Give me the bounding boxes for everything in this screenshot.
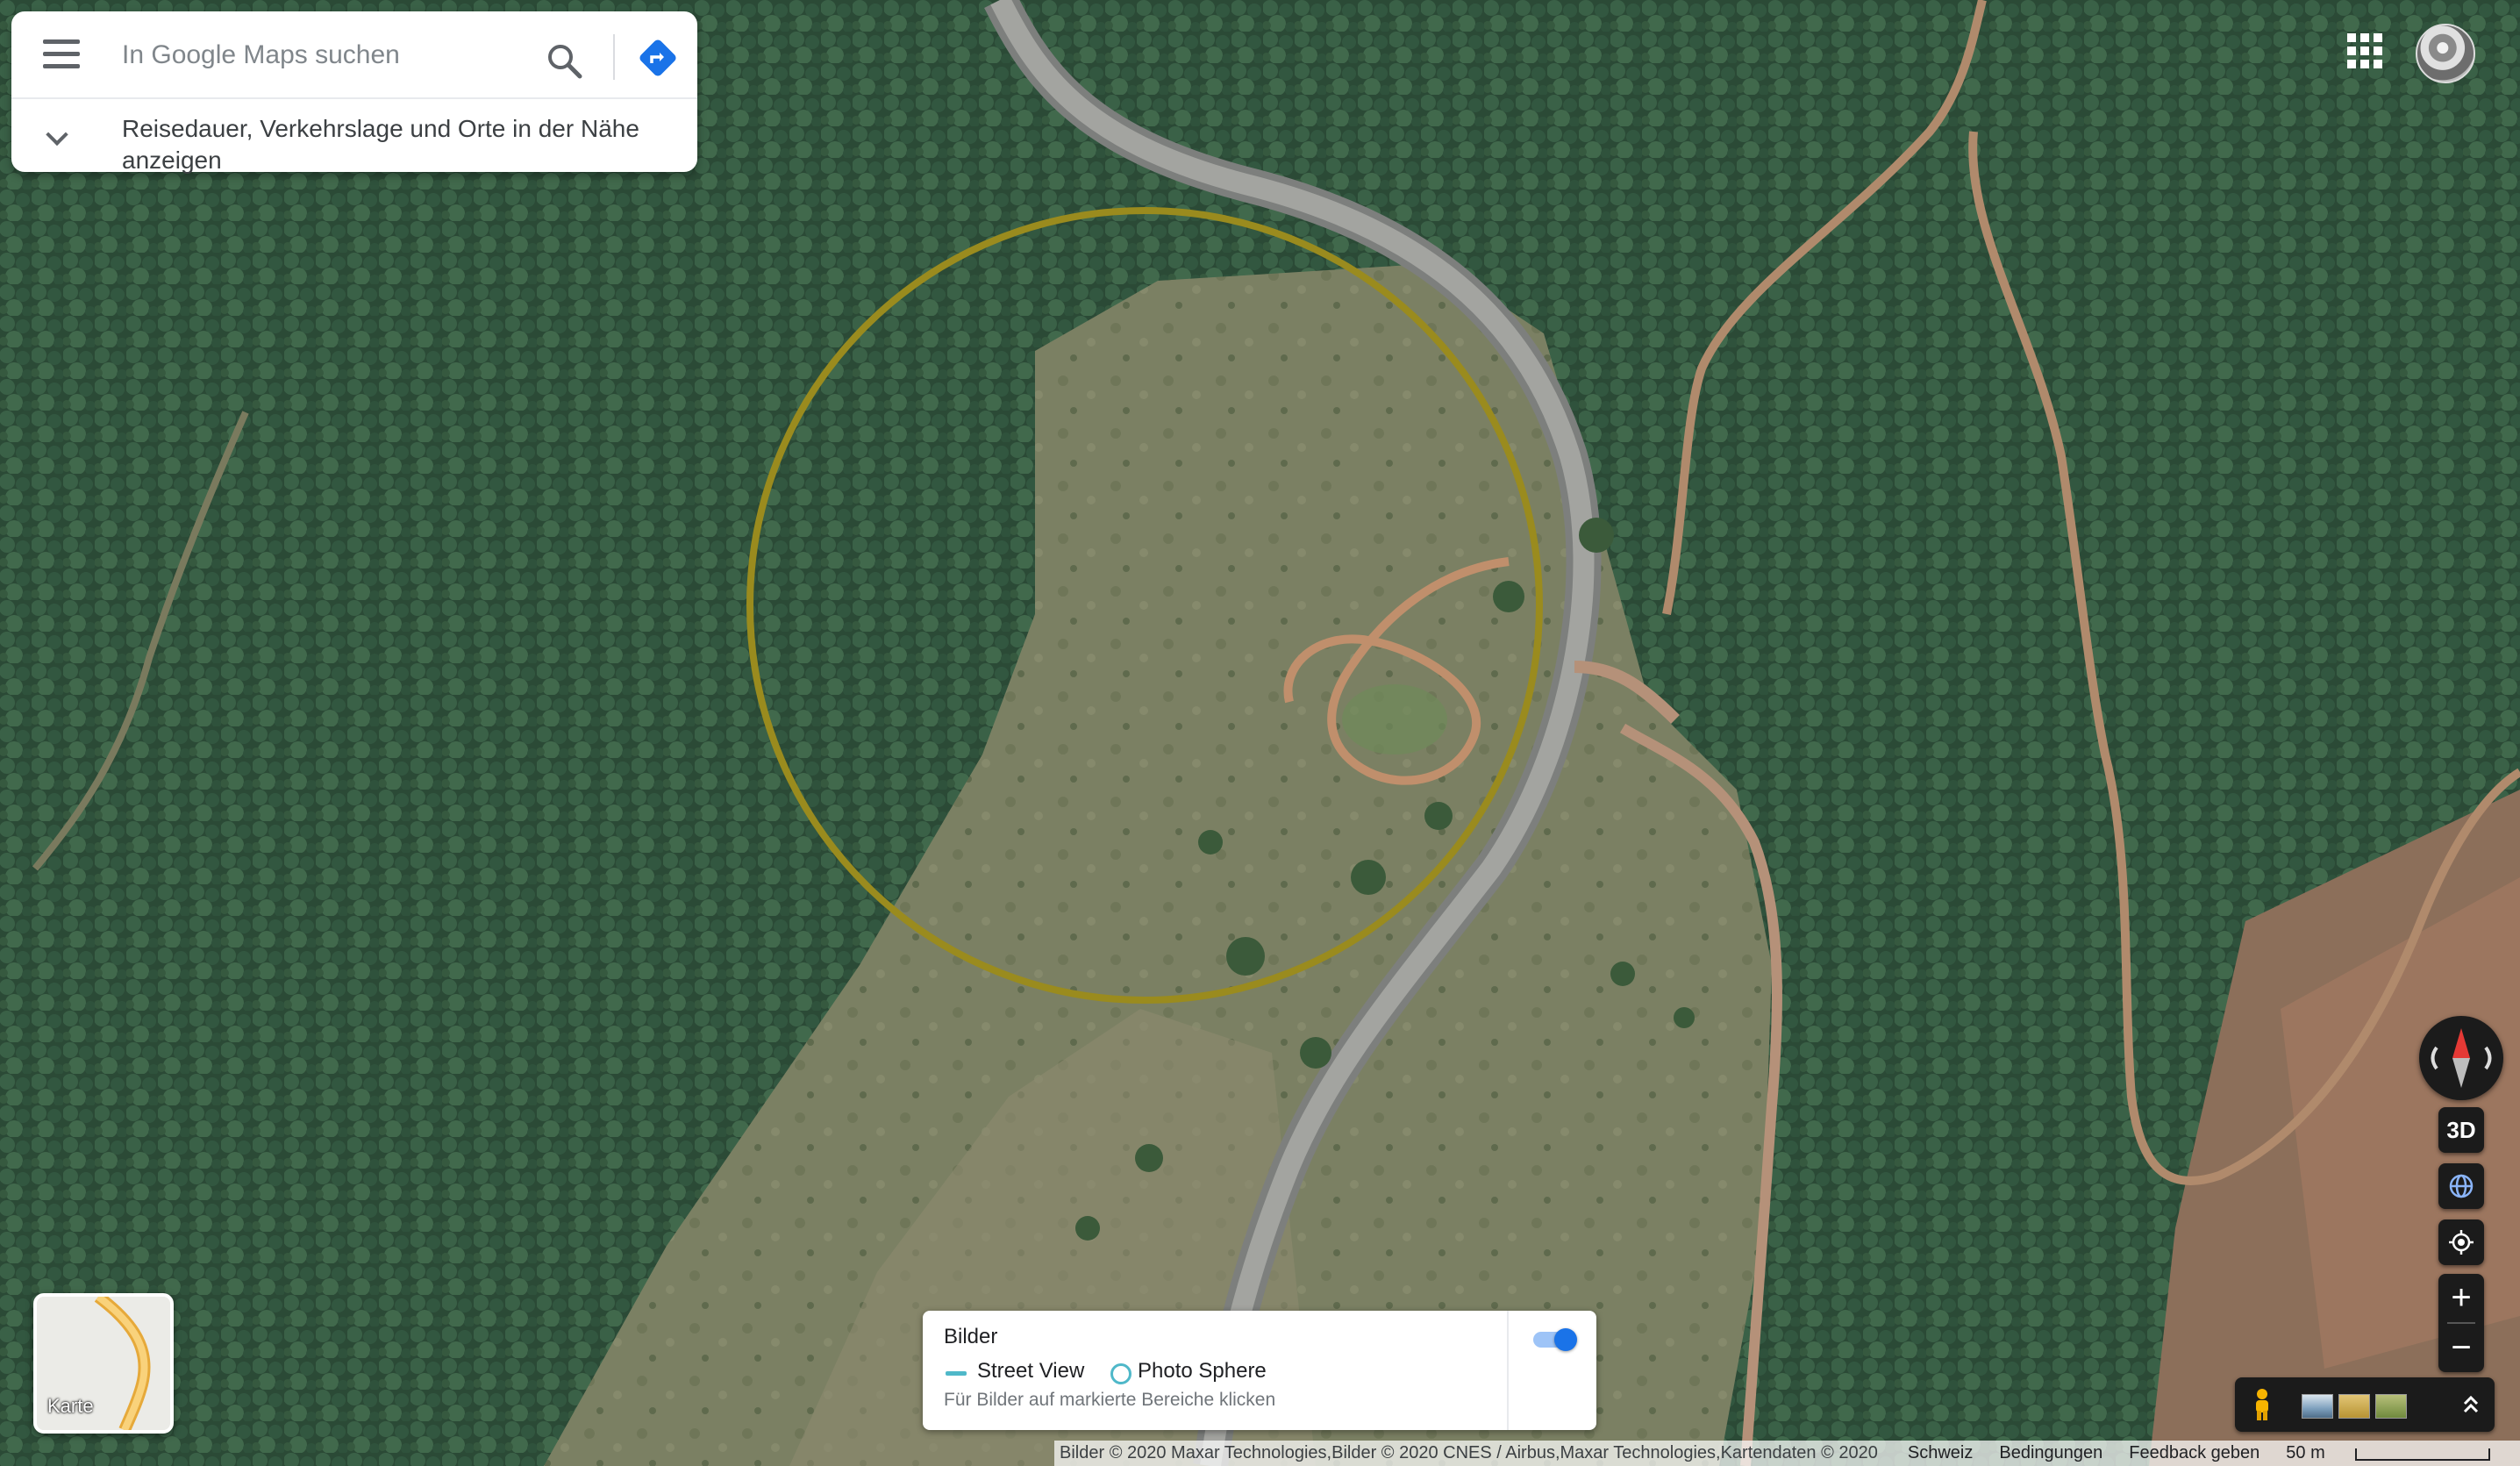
apps-grid-icon[interactable]: [2347, 33, 2382, 68]
compass-icon[interactable]: [2419, 1016, 2503, 1100]
search-panel: Reisedauer, Verkehrslage und Orte in der…: [11, 11, 697, 174]
imagery-hint: Für Bilder auf markierte Bereiche klicke…: [944, 1390, 1276, 1410]
terms-link[interactable]: Bedingungen: [1999, 1443, 2102, 1463]
country-link[interactable]: Schweiz: [1908, 1443, 1973, 1463]
street-view-label: Street View: [977, 1359, 1085, 1383]
scale-label[interactable]: 50 m: [2286, 1443, 2324, 1463]
expand-up-icon[interactable]: [2459, 1393, 2482, 1416]
photo-sphere-label: Photo Sphere: [1138, 1359, 1267, 1383]
imagery-panel: Bilder Street View Photo Sphere Für Bild…: [923, 1311, 1596, 1430]
imagery-divider: [1507, 1311, 1509, 1430]
search-icon[interactable]: [545, 41, 583, 80]
scale-bar: [2354, 1448, 2490, 1461]
chevron-down-icon: [46, 123, 68, 147]
zoom-out-button[interactable]: −: [2438, 1324, 2484, 1372]
nearby-info-toggle[interactable]: Reisedauer, Verkehrslage und Orte in der…: [11, 97, 697, 174]
feedback-link[interactable]: Feedback geben: [2129, 1443, 2259, 1463]
layer-switcher[interactable]: Karte: [33, 1293, 174, 1434]
imagery-title: Bilder: [944, 1325, 998, 1348]
satellite-map[interactable]: [0, 0, 2520, 1466]
imagery-attribution: Bilder © 2020 Maxar Technologies,Bilder …: [1060, 1443, 1878, 1462]
street-view-legend-line: [946, 1371, 967, 1376]
3d-button[interactable]: 3D: [2438, 1107, 2484, 1153]
my-location-icon[interactable]: [2438, 1219, 2484, 1265]
zoom-controls: + −: [2438, 1274, 2484, 1372]
search-divider: [613, 34, 615, 80]
menu-icon[interactable]: [43, 39, 80, 69]
street-view-bar: [2235, 1377, 2495, 1432]
pegman-icon[interactable]: [2249, 1388, 2275, 1421]
toggle-knob: [1554, 1328, 1577, 1351]
avatar[interactable]: [2416, 24, 2475, 83]
nearby-info-text: Reisedauer, Verkehrslage und Orte in der…: [122, 115, 639, 174]
imagery-thumbnail[interactable]: [2338, 1394, 2370, 1419]
globe-icon[interactable]: [2438, 1163, 2484, 1209]
attribution-bar: Bilder © 2020 Maxar Technologies,Bilder …: [1054, 1441, 2520, 1466]
zoom-in-button[interactable]: +: [2438, 1274, 2484, 1322]
photo-sphere-legend-icon: [1110, 1363, 1132, 1384]
imagery-thumbnail[interactable]: [2302, 1394, 2333, 1419]
imagery-toggle[interactable]: [1530, 1327, 1579, 1353]
layer-label: Karte: [47, 1395, 94, 1417]
directions-icon[interactable]: [636, 36, 680, 80]
search-input[interactable]: [120, 31, 536, 80]
imagery-thumbnail[interactable]: [2375, 1394, 2407, 1419]
search-row: [11, 11, 697, 97]
